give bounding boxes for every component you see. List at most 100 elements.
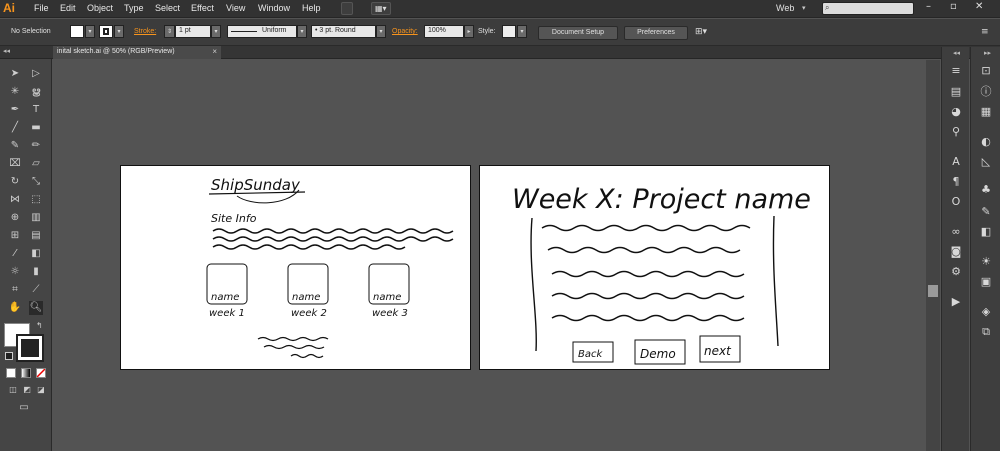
opacity-dropdown[interactable]: ▸ — [464, 25, 474, 38]
opacity-label[interactable]: Opacity: — [392, 28, 418, 35]
scale-tool-icon[interactable]: ⤡ — [29, 175, 43, 189]
default-colors-icon[interactable] — [5, 352, 13, 360]
rotate-tool-icon[interactable]: ↻ — [8, 175, 22, 189]
navigator-panel-icon[interactable]: ◐ — [979, 135, 993, 149]
collapse-left-icon[interactable]: ◂◂ — [3, 47, 10, 55]
workspace-switcher[interactable]: Web — [776, 3, 794, 13]
gradient-mode-icon[interactable] — [21, 368, 31, 378]
draw-behind-icon[interactable]: ◩ — [20, 383, 34, 397]
menu-effect[interactable]: Effect — [191, 3, 214, 13]
scrollbar-thumb[interactable] — [928, 285, 938, 297]
perspective-grid-tool-icon[interactable]: ▥ — [29, 211, 43, 225]
blob-brush-tool-icon[interactable]: ⌧ — [8, 157, 22, 171]
draw-normal-icon[interactable]: ◫ — [6, 383, 20, 397]
info-panel-icon[interactable]: ⓘ — [979, 85, 993, 99]
shape-builder-tool-icon[interactable]: ⊕ — [8, 211, 22, 225]
stroke-weight-dropdown[interactable]: ▾ — [211, 25, 221, 38]
style-dropdown[interactable]: ▾ — [517, 25, 527, 38]
maximize-button[interactable]: ▫ — [950, 1, 957, 12]
brush-dropdown[interactable]: ▾ — [376, 25, 386, 38]
menu-object[interactable]: Object — [87, 3, 113, 13]
image-trace-icon[interactable]: ◙ — [949, 245, 963, 259]
actions-panel-icon[interactable]: ▶ — [949, 295, 963, 309]
align-icon[interactable]: ⊞▾ — [695, 27, 707, 37]
rectangle-tool-icon[interactable]: ▬ — [29, 121, 43, 135]
eyedropper-tool-icon[interactable]: ⁄ — [8, 247, 22, 261]
stroke-panel-icon[interactable]: ◺ — [979, 155, 993, 169]
draw-inside-icon[interactable]: ◪ — [34, 383, 48, 397]
paintbrush-tool-icon[interactable]: ✎ — [8, 139, 22, 153]
lasso-tool-icon[interactable]: ൠ — [29, 85, 43, 99]
symbols-panel-icon[interactable]: ♣ — [979, 183, 993, 197]
asset-export-icon[interactable]: ⧉ — [979, 325, 993, 339]
mesh-tool-icon[interactable]: ⊞ — [8, 229, 22, 243]
graphic-styles-icon[interactable]: ◧ — [979, 225, 993, 239]
transform-panel-icon[interactable]: ⚙ — [949, 265, 963, 279]
appearance-panel-icon[interactable]: ⚲ — [949, 125, 963, 139]
menu-type[interactable]: Type — [124, 3, 144, 13]
opentype-panel-icon[interactable]: O — [949, 195, 963, 209]
symbol-sprayer-tool-icon[interactable]: ☼ — [8, 265, 22, 279]
column-graph-tool-icon[interactable]: ▮ — [29, 265, 43, 279]
close-button[interactable]: ✕ — [975, 1, 983, 12]
width-tool-icon[interactable]: ⋈ — [8, 193, 22, 207]
paragraph-panel-icon[interactable]: ¶ — [949, 175, 963, 189]
canvas[interactable]: ShipSunday Site Info name name name week… — [53, 60, 941, 451]
arrange-documents-button[interactable]: ▦▾ — [371, 2, 391, 15]
artboard-tool-icon[interactable]: ⌗ — [8, 283, 22, 297]
artboard-1[interactable]: ShipSunday Site Info name name name week… — [120, 165, 471, 370]
artboards-panel-icon[interactable]: ⊡ — [979, 64, 993, 78]
gradient-panel-icon[interactable]: ▤ — [949, 85, 963, 99]
selection-tool-icon[interactable]: ➤ — [8, 67, 22, 81]
line-tool-icon[interactable]: ╱ — [8, 121, 22, 135]
layers-panel-icon[interactable]: ◈ — [979, 305, 993, 319]
slice-tool-icon[interactable]: ⟋ — [29, 283, 43, 297]
help-search-input[interactable]: ⌕ — [822, 2, 914, 15]
brush-definition[interactable]: • 3 pt. Round — [311, 25, 376, 38]
hand-tool-icon[interactable]: ✋ — [8, 301, 22, 315]
fill-color-swatch[interactable] — [70, 25, 84, 38]
transparency-panel-icon[interactable]: ◕ — [949, 105, 963, 119]
control-panel-menu-icon[interactable]: ≡ — [981, 27, 989, 37]
pencil-tool-icon[interactable]: ✏ — [29, 139, 43, 153]
swap-fill-stroke-icon[interactable]: ↰ — [36, 321, 43, 330]
document-setup-button[interactable]: Document Setup — [538, 26, 618, 40]
type-tool-icon[interactable]: T — [29, 103, 43, 117]
menu-help[interactable]: Help — [302, 3, 321, 13]
fill-dropdown[interactable]: ▾ — [85, 25, 95, 38]
pen-tool-icon[interactable]: ✒ — [8, 103, 22, 117]
color-mode-icon[interactable] — [6, 368, 16, 378]
expand-icon[interactable]: ▸▸ — [984, 49, 991, 57]
zoom-tool-icon[interactable]: 🔍︎ — [29, 301, 43, 315]
bridge-button[interactable] — [341, 2, 353, 15]
character-panel-icon[interactable]: A — [949, 155, 963, 169]
artboard-2[interactable]: Week X: Project name Back Demo next — [479, 165, 830, 370]
profile-dropdown[interactable]: ▾ — [297, 25, 307, 38]
color-panel-icon[interactable]: ≡ — [949, 64, 963, 78]
document-tab[interactable]: inital sketch.ai @ 50% (RGB/Preview) × — [53, 46, 221, 59]
menu-view[interactable]: View — [226, 3, 245, 13]
preferences-button[interactable]: Preferences — [624, 26, 688, 40]
close-tab-icon[interactable]: × — [212, 47, 217, 56]
stroke-color-dropdown[interactable]: ▾ — [114, 25, 124, 38]
magic-wand-tool-icon[interactable]: ✳ — [8, 85, 22, 99]
menu-select[interactable]: Select — [155, 3, 180, 13]
minimize-button[interactable]: – — [926, 1, 931, 12]
stroke-stepper[interactable]: ⇕ — [164, 25, 175, 38]
stroke-label[interactable]: Stroke: — [134, 28, 156, 35]
collapse-icon[interactable]: ◂◂ — [953, 49, 960, 57]
screen-mode-icon[interactable]: ▭ — [17, 401, 31, 415]
align-panel-icon[interactable]: ☀ — [979, 255, 993, 269]
blend-tool-icon[interactable]: ◧ — [29, 247, 43, 261]
stroke-color-swatch[interactable] — [99, 25, 113, 38]
menu-file[interactable]: File — [34, 3, 49, 13]
none-mode-icon[interactable] — [36, 368, 46, 378]
stroke-weight-field[interactable]: 1 pt — [175, 25, 211, 38]
gradient-tool-icon[interactable]: ▤ — [29, 229, 43, 243]
brushes-panel-icon[interactable]: ✎ — [979, 205, 993, 219]
pathfinder-panel-icon[interactable]: ▣ — [979, 275, 993, 289]
swatches-panel-icon[interactable]: ▦ — [979, 105, 993, 119]
links-panel-icon[interactable]: ∞ — [949, 225, 963, 239]
direct-selection-tool-icon[interactable]: ▷ — [29, 67, 43, 81]
stroke-color-box[interactable] — [16, 334, 44, 362]
